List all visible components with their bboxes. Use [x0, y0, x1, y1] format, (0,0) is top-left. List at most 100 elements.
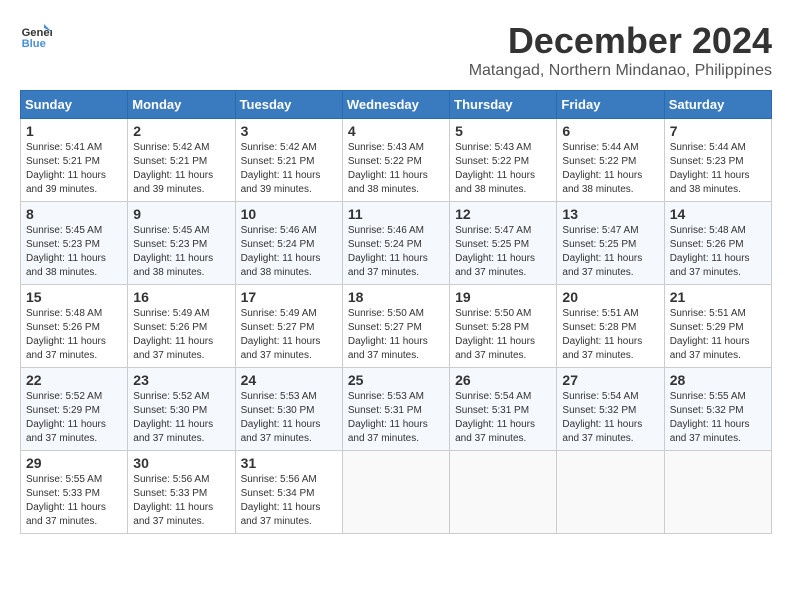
day-info: Sunrise: 5:53 AMSunset: 5:30 PMDaylight:… — [241, 391, 321, 444]
calendar-row: 1 Sunrise: 5:41 AMSunset: 5:21 PMDaylight… — [21, 119, 772, 202]
day-number: 31 — [241, 455, 337, 471]
calendar-cell: 7 Sunrise: 5:44 AMSunset: 5:23 PMDaylight… — [664, 119, 771, 202]
day-number: 23 — [133, 372, 229, 388]
calendar-cell: 31Sunrise: 5:56 AMSunset: 5:34 PMDayligh… — [235, 451, 342, 534]
calendar-cell: 30Sunrise: 5:56 AMSunset: 5:33 PMDayligh… — [128, 451, 235, 534]
weekday-header-friday: Friday — [557, 91, 664, 119]
calendar-cell: 5 Sunrise: 5:43 AMSunset: 5:22 PMDaylight… — [450, 119, 557, 202]
day-number: 19 — [455, 289, 551, 305]
calendar-cell — [342, 451, 449, 534]
day-info: Sunrise: 5:45 AMSunset: 5:23 PMDaylight:… — [133, 225, 213, 278]
calendar-cell: 20 Sunrise: 5:51 AMSunset: 5:28 PMDayligh… — [557, 285, 664, 368]
day-info: Sunrise: 5:48 AMSunset: 5:26 PMDaylight:… — [26, 308, 106, 361]
day-number: 13 — [562, 206, 658, 222]
day-number: 10 — [241, 206, 337, 222]
month-title: December 2024 — [469, 20, 772, 62]
logo: General Blue — [20, 20, 52, 52]
title-section: December 2024 Matangad, Northern Mindana… — [469, 20, 772, 80]
day-number: 24 — [241, 372, 337, 388]
day-number: 15 — [26, 289, 122, 305]
day-info: Sunrise: 5:53 AMSunset: 5:31 PMDaylight:… — [348, 391, 428, 444]
day-number: 16 — [133, 289, 229, 305]
weekday-header-saturday: Saturday — [664, 91, 771, 119]
day-info: Sunrise: 5:51 AMSunset: 5:28 PMDaylight:… — [562, 308, 642, 361]
day-number: 29 — [26, 455, 122, 471]
calendar-cell — [450, 451, 557, 534]
day-number: 11 — [348, 206, 444, 222]
day-number: 27 — [562, 372, 658, 388]
day-info: Sunrise: 5:47 AMSunset: 5:25 PMDaylight:… — [562, 225, 642, 278]
calendar-cell — [557, 451, 664, 534]
day-number: 18 — [348, 289, 444, 305]
calendar-cell: 12 Sunrise: 5:47 AMSunset: 5:25 PMDayligh… — [450, 202, 557, 285]
day-info: Sunrise: 5:46 AMSunset: 5:24 PMDaylight:… — [241, 225, 321, 278]
day-number: 21 — [670, 289, 766, 305]
calendar-cell: 19 Sunrise: 5:50 AMSunset: 5:28 PMDayligh… — [450, 285, 557, 368]
day-number: 2 — [133, 123, 229, 139]
day-info: Sunrise: 5:42 AMSunset: 5:21 PMDaylight:… — [133, 142, 213, 195]
day-info: Sunrise: 5:44 AMSunset: 5:23 PMDaylight:… — [670, 142, 750, 195]
calendar-cell: 15 Sunrise: 5:48 AMSunset: 5:26 PMDayligh… — [21, 285, 128, 368]
day-info: Sunrise: 5:43 AMSunset: 5:22 PMDaylight:… — [348, 142, 428, 195]
day-info: Sunrise: 5:55 AMSunset: 5:32 PMDaylight:… — [670, 391, 750, 444]
calendar-cell: 1 Sunrise: 5:41 AMSunset: 5:21 PMDaylight… — [21, 119, 128, 202]
weekday-header-row: SundayMondayTuesdayWednesdayThursdayFrid… — [21, 91, 772, 119]
calendar-cell: 16 Sunrise: 5:49 AMSunset: 5:26 PMDayligh… — [128, 285, 235, 368]
day-number: 20 — [562, 289, 658, 305]
day-info: Sunrise: 5:49 AMSunset: 5:26 PMDaylight:… — [133, 308, 213, 361]
day-info: Sunrise: 5:50 AMSunset: 5:28 PMDaylight:… — [455, 308, 535, 361]
calendar-cell: 22Sunrise: 5:52 AMSunset: 5:29 PMDayligh… — [21, 368, 128, 451]
day-info: Sunrise: 5:48 AMSunset: 5:26 PMDaylight:… — [670, 225, 750, 278]
calendar-cell: 17Sunrise: 5:49 AMSunset: 5:27 PMDayligh… — [235, 285, 342, 368]
calendar-cell: 23 Sunrise: 5:52 AMSunset: 5:30 PMDayligh… — [128, 368, 235, 451]
calendar-row: 8 Sunrise: 5:45 AMSunset: 5:23 PMDaylight… — [21, 202, 772, 285]
weekday-header-monday: Monday — [128, 91, 235, 119]
calendar-cell: 11Sunrise: 5:46 AMSunset: 5:24 PMDayligh… — [342, 202, 449, 285]
day-number: 3 — [241, 123, 337, 139]
calendar-cell: 10 Sunrise: 5:46 AMSunset: 5:24 PMDayligh… — [235, 202, 342, 285]
day-info: Sunrise: 5:45 AMSunset: 5:23 PMDaylight:… — [26, 225, 106, 278]
page-header: General Blue December 2024 Matangad, Nor… — [20, 20, 772, 80]
calendar-cell: 27 Sunrise: 5:54 AMSunset: 5:32 PMDayligh… — [557, 368, 664, 451]
day-number: 5 — [455, 123, 551, 139]
calendar-cell: 2 Sunrise: 5:42 AMSunset: 5:21 PMDaylight… — [128, 119, 235, 202]
day-number: 7 — [670, 123, 766, 139]
day-number: 4 — [348, 123, 444, 139]
calendar-cell: 9 Sunrise: 5:45 AMSunset: 5:23 PMDaylight… — [128, 202, 235, 285]
svg-text:Blue: Blue — [22, 38, 46, 50]
day-number: 8 — [26, 206, 122, 222]
calendar-cell: 3 Sunrise: 5:42 AMSunset: 5:21 PMDaylight… — [235, 119, 342, 202]
day-info: Sunrise: 5:54 AMSunset: 5:32 PMDaylight:… — [562, 391, 642, 444]
calendar-cell: 6Sunrise: 5:44 AMSunset: 5:22 PMDaylight… — [557, 119, 664, 202]
logo-icon: General Blue — [20, 20, 52, 52]
day-info: Sunrise: 5:55 AMSunset: 5:33 PMDaylight:… — [26, 474, 106, 527]
day-info: Sunrise: 5:43 AMSunset: 5:22 PMDaylight:… — [455, 142, 535, 195]
day-info: Sunrise: 5:47 AMSunset: 5:25 PMDaylight:… — [455, 225, 535, 278]
day-number: 12 — [455, 206, 551, 222]
day-info: Sunrise: 5:44 AMSunset: 5:22 PMDaylight:… — [562, 142, 642, 195]
calendar-row: 22Sunrise: 5:52 AMSunset: 5:29 PMDayligh… — [21, 368, 772, 451]
day-number: 25 — [348, 372, 444, 388]
location-subtitle: Matangad, Northern Mindanao, Philippines — [469, 62, 772, 80]
weekday-header-wednesday: Wednesday — [342, 91, 449, 119]
day-number: 1 — [26, 123, 122, 139]
day-number: 9 — [133, 206, 229, 222]
day-number: 28 — [670, 372, 766, 388]
calendar-cell: 4 Sunrise: 5:43 AMSunset: 5:22 PMDaylight… — [342, 119, 449, 202]
day-info: Sunrise: 5:52 AMSunset: 5:30 PMDaylight:… — [133, 391, 213, 444]
calendar-cell: 8 Sunrise: 5:45 AMSunset: 5:23 PMDaylight… — [21, 202, 128, 285]
calendar-row: 15 Sunrise: 5:48 AMSunset: 5:26 PMDayligh… — [21, 285, 772, 368]
weekday-header-thursday: Thursday — [450, 91, 557, 119]
calendar-cell: 28 Sunrise: 5:55 AMSunset: 5:32 PMDayligh… — [664, 368, 771, 451]
calendar-cell: 18Sunrise: 5:50 AMSunset: 5:27 PMDayligh… — [342, 285, 449, 368]
day-info: Sunrise: 5:52 AMSunset: 5:29 PMDaylight:… — [26, 391, 106, 444]
day-info: Sunrise: 5:42 AMSunset: 5:21 PMDaylight:… — [241, 142, 321, 195]
weekday-header-sunday: Sunday — [21, 91, 128, 119]
day-number: 14 — [670, 206, 766, 222]
day-number: 26 — [455, 372, 551, 388]
calendar-cell: 21Sunrise: 5:51 AMSunset: 5:29 PMDayligh… — [664, 285, 771, 368]
day-info: Sunrise: 5:41 AMSunset: 5:21 PMDaylight:… — [26, 142, 106, 195]
calendar-cell: 25 Sunrise: 5:53 AMSunset: 5:31 PMDayligh… — [342, 368, 449, 451]
calendar-cell — [664, 451, 771, 534]
calendar-cell: 29 Sunrise: 5:55 AMSunset: 5:33 PMDayligh… — [21, 451, 128, 534]
